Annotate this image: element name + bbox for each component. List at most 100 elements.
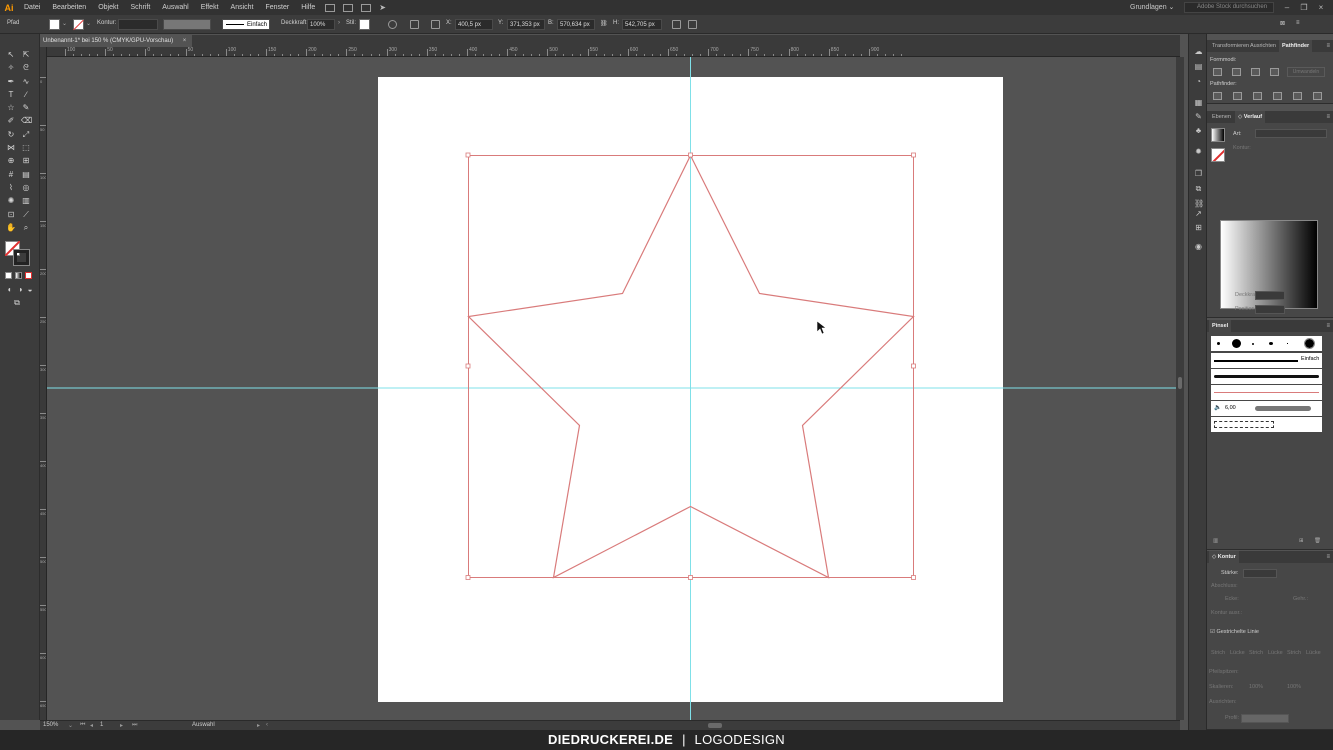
graphic-styles-icon[interactable]: ❐ [1194, 169, 1203, 178]
libraries-icon[interactable]: ☁ [1194, 47, 1203, 56]
divide-button[interactable] [1213, 92, 1222, 100]
last-artboard-icon[interactable]: ⏭ [132, 722, 137, 729]
gestrichelt-checkbox[interactable]: ☑ Gestrichelte Linie [1210, 629, 1259, 635]
delete-brush-icon[interactable]: 🗑 [1314, 538, 1321, 544]
symbols-icon[interactable]: ♣ [1194, 126, 1203, 135]
brush-dot-tiny[interactable] [1252, 343, 1254, 345]
crop-button[interactable] [1273, 92, 1282, 100]
swatches-icon[interactable]: ▦ [1194, 98, 1203, 107]
stroke-weight-input[interactable] [1243, 569, 1277, 578]
skal-value-2[interactable]: 100% [1287, 684, 1301, 690]
umwandeln-button[interactable]: Umwandeln [1287, 67, 1325, 77]
exclude-button[interactable] [1270, 68, 1279, 76]
brushes-icon[interactable]: ✎ [1194, 112, 1203, 121]
staerke-label: Stärke: [1221, 570, 1239, 576]
status-menu-icon[interactable]: ▸ [257, 722, 260, 729]
brush-dot-hair[interactable] [1287, 343, 1288, 344]
brush-dot-selected[interactable] [1304, 338, 1315, 349]
gradient-type-dropdown[interactable] [1255, 129, 1327, 138]
art-brush-charcoal-row[interactable] [1211, 369, 1322, 384]
gradient-thumbnail[interactable] [1211, 128, 1225, 142]
outline-button[interactable] [1293, 92, 1302, 100]
merge-button[interactable] [1253, 92, 1262, 100]
scroll-left-icon[interactable]: ‹ [266, 722, 268, 728]
first-artboard-icon[interactable]: ⏮ [80, 722, 85, 729]
links-icon[interactable]: ⛓ [1194, 199, 1204, 208]
minus-back-button[interactable] [1313, 92, 1322, 100]
stroke-panel-tabs: ◇ Kontur ≡ [1207, 551, 1333, 563]
pathfinder-panel: Transformieren Ausrichten Pathfinder ≡ F… [1207, 40, 1333, 104]
brush-dot-oval[interactable] [1269, 342, 1273, 345]
dash-3-label: Strich [1287, 650, 1302, 656]
handle-bottom-left[interactable] [465, 575, 471, 580]
gradient-fill-stroke-icon[interactable] [1211, 148, 1225, 162]
handle-middle-left[interactable] [465, 363, 471, 369]
gradient-position-field[interactable] [1255, 305, 1285, 314]
horizontal-scroll-thumb[interactable] [708, 723, 722, 728]
prev-artboard-icon[interactable]: ◂ [90, 722, 93, 729]
pattern-brush-row[interactable] [1211, 417, 1322, 432]
handle-top-left[interactable] [465, 152, 471, 158]
handle-middle-right[interactable] [911, 363, 916, 369]
zoom-dropdown-icon[interactable]: ⌄ [68, 722, 73, 729]
brush-einfach-label: Einfach [1301, 356, 1320, 362]
brush-library-icon[interactable]: ▥ [1213, 538, 1218, 544]
handle-top-center[interactable] [688, 152, 693, 158]
panel-menu-icon[interactable]: ≡ [1326, 43, 1330, 49]
gap-2-label: Lücke [1268, 650, 1283, 656]
appearance-icon[interactable]: ✹ [1194, 147, 1203, 156]
tab-transformieren[interactable]: Transformieren [1209, 40, 1252, 52]
dash-2-label: Strich [1249, 650, 1264, 656]
skalieren-label: Skalieren: [1209, 684, 1234, 690]
gradient-position-label: Position: [1235, 306, 1257, 312]
right-panels: Transformieren Ausrichten Pathfinder ≡ F… [1207, 34, 1333, 730]
zoom-level[interactable]: 150% [43, 722, 58, 728]
trim-button[interactable] [1233, 92, 1242, 100]
export-icon[interactable]: ↗ [1194, 209, 1203, 218]
next-artboard-icon[interactable]: ▸ [120, 722, 123, 729]
ausr-label: Kontur ausr.: [1211, 610, 1243, 616]
artwork-overlay [47, 57, 1176, 720]
gradient-kontur-label: Kontur: [1233, 145, 1251, 151]
new-brush-icon[interactable]: ⊞ [1299, 538, 1304, 544]
vertical-scrollbar[interactable] [1176, 57, 1184, 720]
arrow-brush-row[interactable] [1211, 385, 1322, 400]
artboards-icon[interactable]: ⊞ [1194, 223, 1203, 232]
tab-verlauf[interactable]: ◇ Verlauf [1235, 111, 1266, 123]
minus-front-button[interactable] [1232, 68, 1241, 76]
brush-dot-large[interactable] [1232, 339, 1241, 348]
speaker-icon: 🔈 [1214, 405, 1222, 411]
ausrichten-label: Ausrichten: [1209, 699, 1237, 705]
tab-pinsel[interactable]: Pinsel [1209, 320, 1232, 332]
tab-ebenen[interactable]: Ebenen [1209, 111, 1234, 123]
bristle-brush-row[interactable]: 🔈 6,00 [1211, 401, 1322, 416]
unite-button[interactable] [1213, 68, 1222, 76]
intersect-button[interactable] [1251, 68, 1260, 76]
layers-icon[interactable]: ⧉ [1194, 184, 1203, 193]
tab-ausrichten[interactable]: Ausrichten [1247, 40, 1279, 52]
transparency-icon[interactable]: ◉ [1194, 242, 1203, 251]
brush-einfach-row[interactable]: Einfach [1211, 353, 1322, 368]
tab-pathfinder[interactable]: Pathfinder [1279, 40, 1313, 52]
tab-kontur[interactable]: ◇ Kontur [1209, 551, 1239, 563]
scroll-thumb[interactable] [1178, 377, 1182, 389]
handle-bottom-center[interactable] [688, 575, 693, 580]
arrow-brush-stroke [1214, 392, 1319, 393]
panel-menu-icon[interactable]: ≡ [1326, 554, 1330, 560]
gradient-opacity-field[interactable] [1255, 291, 1285, 300]
color-guide-icon[interactable]: ◔ [1194, 77, 1203, 86]
gap-3-label: Lücke [1306, 650, 1321, 656]
brush-dot-small[interactable] [1217, 342, 1220, 345]
handle-bottom-right[interactable] [911, 575, 916, 580]
handle-top-right[interactable] [911, 152, 916, 158]
skal-value-1[interactable]: 100% [1249, 684, 1263, 690]
arrow-cursor-icon [816, 320, 827, 335]
status-bar: 150% ⌄ ⏮ ◂ 1 ▸ ⏭ Auswahl ▸ ‹ [40, 720, 1180, 730]
calligraphic-brushes-row[interactable] [1211, 336, 1322, 351]
profile-dropdown[interactable] [1241, 714, 1289, 723]
panel-menu-icon[interactable]: ≡ [1326, 114, 1330, 120]
artboard-number[interactable]: 1 [100, 722, 103, 728]
properties-icon[interactable]: ▤ [1194, 62, 1203, 71]
panel-menu-icon[interactable]: ≡ [1326, 323, 1330, 329]
gradient-type-label: Art: [1233, 131, 1242, 137]
